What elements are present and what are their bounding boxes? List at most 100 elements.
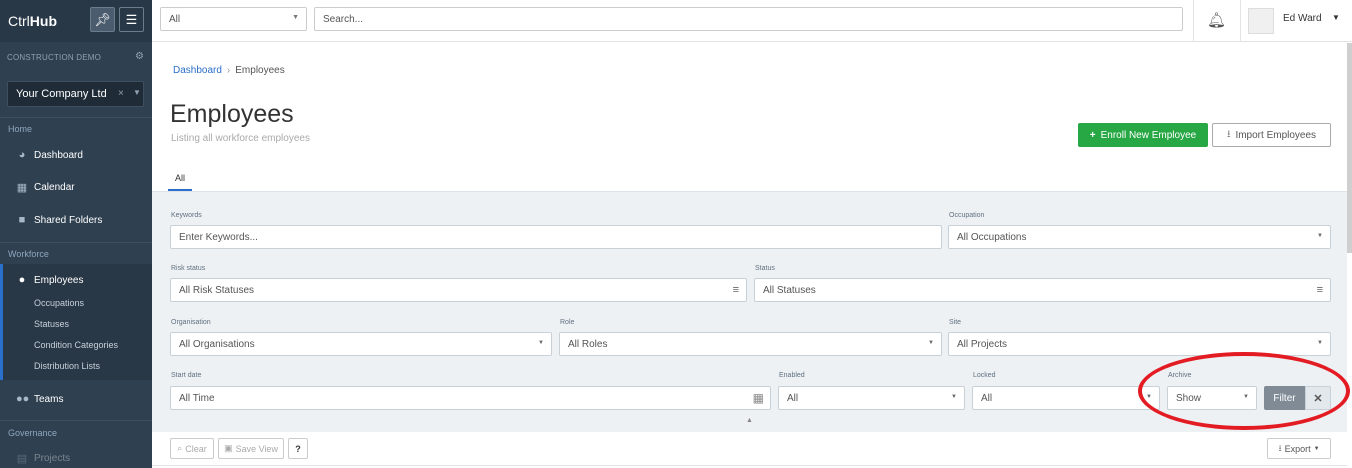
scope-value: All: [169, 14, 181, 25]
archive-select[interactable]: Show ▼: [1167, 386, 1257, 410]
brand-text-b: Hub: [29, 13, 57, 29]
site-value: All Projects: [957, 339, 1008, 350]
tab-all[interactable]: All: [168, 165, 192, 191]
status-label: Status: [755, 265, 775, 272]
caret-down-icon: ▼: [538, 340, 544, 346]
collapse-filters-icon[interactable]: ▲: [746, 417, 753, 424]
keywords-input[interactable]: Enter Keywords...: [170, 225, 942, 249]
nav-shared-folders[interactable]: ■ Shared Folders: [16, 214, 103, 226]
nav-statuses[interactable]: Statuses: [34, 319, 69, 329]
caret-down-icon: ▼: [951, 394, 957, 400]
enabled-select[interactable]: All ▼: [778, 386, 965, 410]
organisation-label: Organisation: [171, 319, 211, 326]
divider: [152, 465, 1347, 466]
divider: [1193, 0, 1194, 42]
caret-down-icon: ▼: [1317, 233, 1323, 239]
nav-condition-categories[interactable]: Condition Categories: [34, 340, 118, 350]
export-label: Export: [1284, 443, 1311, 454]
enroll-employee-button[interactable]: + Enroll New Employee: [1078, 123, 1208, 147]
pin-icon: 📌︎: [94, 11, 111, 27]
export-button[interactable]: ⭳ Export ▼: [1267, 438, 1331, 459]
nav-teams[interactable]: ●● Teams: [16, 393, 63, 405]
occupation-value: All Occupations: [957, 232, 1027, 243]
scrollbar[interactable]: [1347, 43, 1352, 253]
nav-label: Calendar: [34, 182, 75, 193]
locked-value: All: [981, 393, 993, 404]
caret-down-icon: ▼: [928, 340, 934, 346]
enroll-label: Enroll New Employee: [1100, 129, 1197, 141]
users-icon: ●●: [16, 393, 30, 405]
org-heading: CONSTRUCTION DEMO: [7, 53, 102, 62]
caret-down-icon: ▼: [1313, 445, 1320, 452]
caret-down-icon: ▼: [1317, 340, 1323, 346]
avatar[interactable]: [1248, 8, 1274, 34]
help-button[interactable]: ?: [288, 438, 308, 459]
calendar-icon: ▦: [16, 182, 28, 194]
filter-button[interactable]: Filter: [1264, 386, 1305, 410]
organisation-select[interactable]: All Organisations ▼: [170, 332, 552, 356]
risk-status-value: All Risk Statuses: [179, 285, 255, 296]
scope-select[interactable]: All ▼: [160, 7, 307, 31]
search-icon: ⌕: [177, 443, 183, 453]
nav-occupations[interactable]: Occupations: [34, 298, 84, 308]
enabled-value: All: [787, 393, 799, 404]
nav-employees[interactable]: ● Employees: [16, 274, 84, 286]
start-date-input[interactable]: All Time ▦: [170, 386, 771, 410]
nav-label: Shared Folders: [34, 214, 103, 226]
list-icon: ≡: [1316, 284, 1323, 296]
bell-icon[interactable]: 🔔︎: [1207, 11, 1226, 29]
download-icon: ⭳: [1226, 128, 1231, 140]
page-title: Employees: [170, 100, 294, 128]
nav-projects[interactable]: ▤ Projects: [16, 452, 70, 465]
save-view-button[interactable]: ▣ Save View: [218, 438, 284, 459]
calendar-icon[interactable]: ▦: [753, 391, 764, 405]
nav-distribution-lists[interactable]: Distribution Lists: [34, 361, 100, 371]
role-label: Role: [560, 319, 575, 326]
site-label: Site: [949, 319, 962, 326]
start-date-label: Start date: [171, 372, 202, 379]
archive-value: Show: [1176, 393, 1202, 404]
brand-text-a: Ctrl: [8, 13, 30, 29]
brand-logo[interactable]: CtrlHub: [8, 13, 57, 29]
nav-label: Projects: [34, 453, 71, 464]
company-select[interactable]: Your Company Ltd × ▼: [7, 81, 144, 107]
breadcrumb-dashboard-link[interactable]: Dashboard: [173, 65, 222, 76]
nav-calendar[interactable]: ▦ Calendar: [16, 181, 75, 194]
save-view-label: Save View: [235, 443, 278, 454]
clear-icon[interactable]: ×: [118, 88, 124, 99]
site-select[interactable]: All Projects ▼: [948, 332, 1331, 356]
occupation-select[interactable]: All Occupations ▼: [948, 225, 1331, 249]
risk-status-label: Risk status: [171, 265, 206, 272]
divider: [0, 242, 152, 243]
section-home: Home: [8, 124, 33, 134]
nav-dashboard[interactable]: ◕ Dashboard: [16, 149, 83, 161]
download-icon: ⭳: [1278, 442, 1282, 453]
search-input[interactable]: Search...: [314, 7, 1183, 31]
breadcrumb: Dashboard › Employees: [173, 65, 285, 76]
dashboard-icon: ◕: [18, 149, 26, 161]
gear-icon[interactable]: ⚙: [135, 51, 144, 62]
breadcrumb-current: Employees: [235, 65, 285, 76]
pin-sidebar-button[interactable]: 📌︎: [90, 7, 115, 32]
user-name[interactable]: Ed Ward: [1283, 13, 1322, 24]
search-placeholder: Search...: [323, 14, 364, 25]
company-name: Your Company Ltd: [16, 88, 107, 100]
status-select[interactable]: All Statuses ≡: [754, 278, 1331, 302]
nav-label: Dashboard: [34, 149, 83, 161]
import-employees-button[interactable]: ⭳ Import Employees: [1212, 123, 1331, 147]
risk-status-select[interactable]: All Risk Statuses ≡: [170, 278, 747, 302]
divider: [1240, 0, 1241, 42]
clear-label: Clear: [185, 443, 207, 454]
caret-down-icon[interactable]: ▼: [1332, 13, 1340, 22]
menu-toggle-button[interactable]: ☰: [119, 7, 144, 32]
clear-button[interactable]: ⌕ Clear: [170, 438, 214, 459]
enabled-label: Enabled: [779, 372, 805, 379]
keywords-label: Keywords: [171, 212, 202, 219]
archive-label: Archive: [1168, 372, 1192, 379]
start-date-value: All Time: [179, 393, 215, 404]
occupation-label: Occupation: [949, 212, 985, 219]
locked-select[interactable]: All ▼: [972, 386, 1160, 410]
clear-filters-icon[interactable]: ✕: [1305, 386, 1331, 410]
organisation-value: All Organisations: [179, 339, 255, 350]
role-select[interactable]: All Roles ▼: [559, 332, 942, 356]
